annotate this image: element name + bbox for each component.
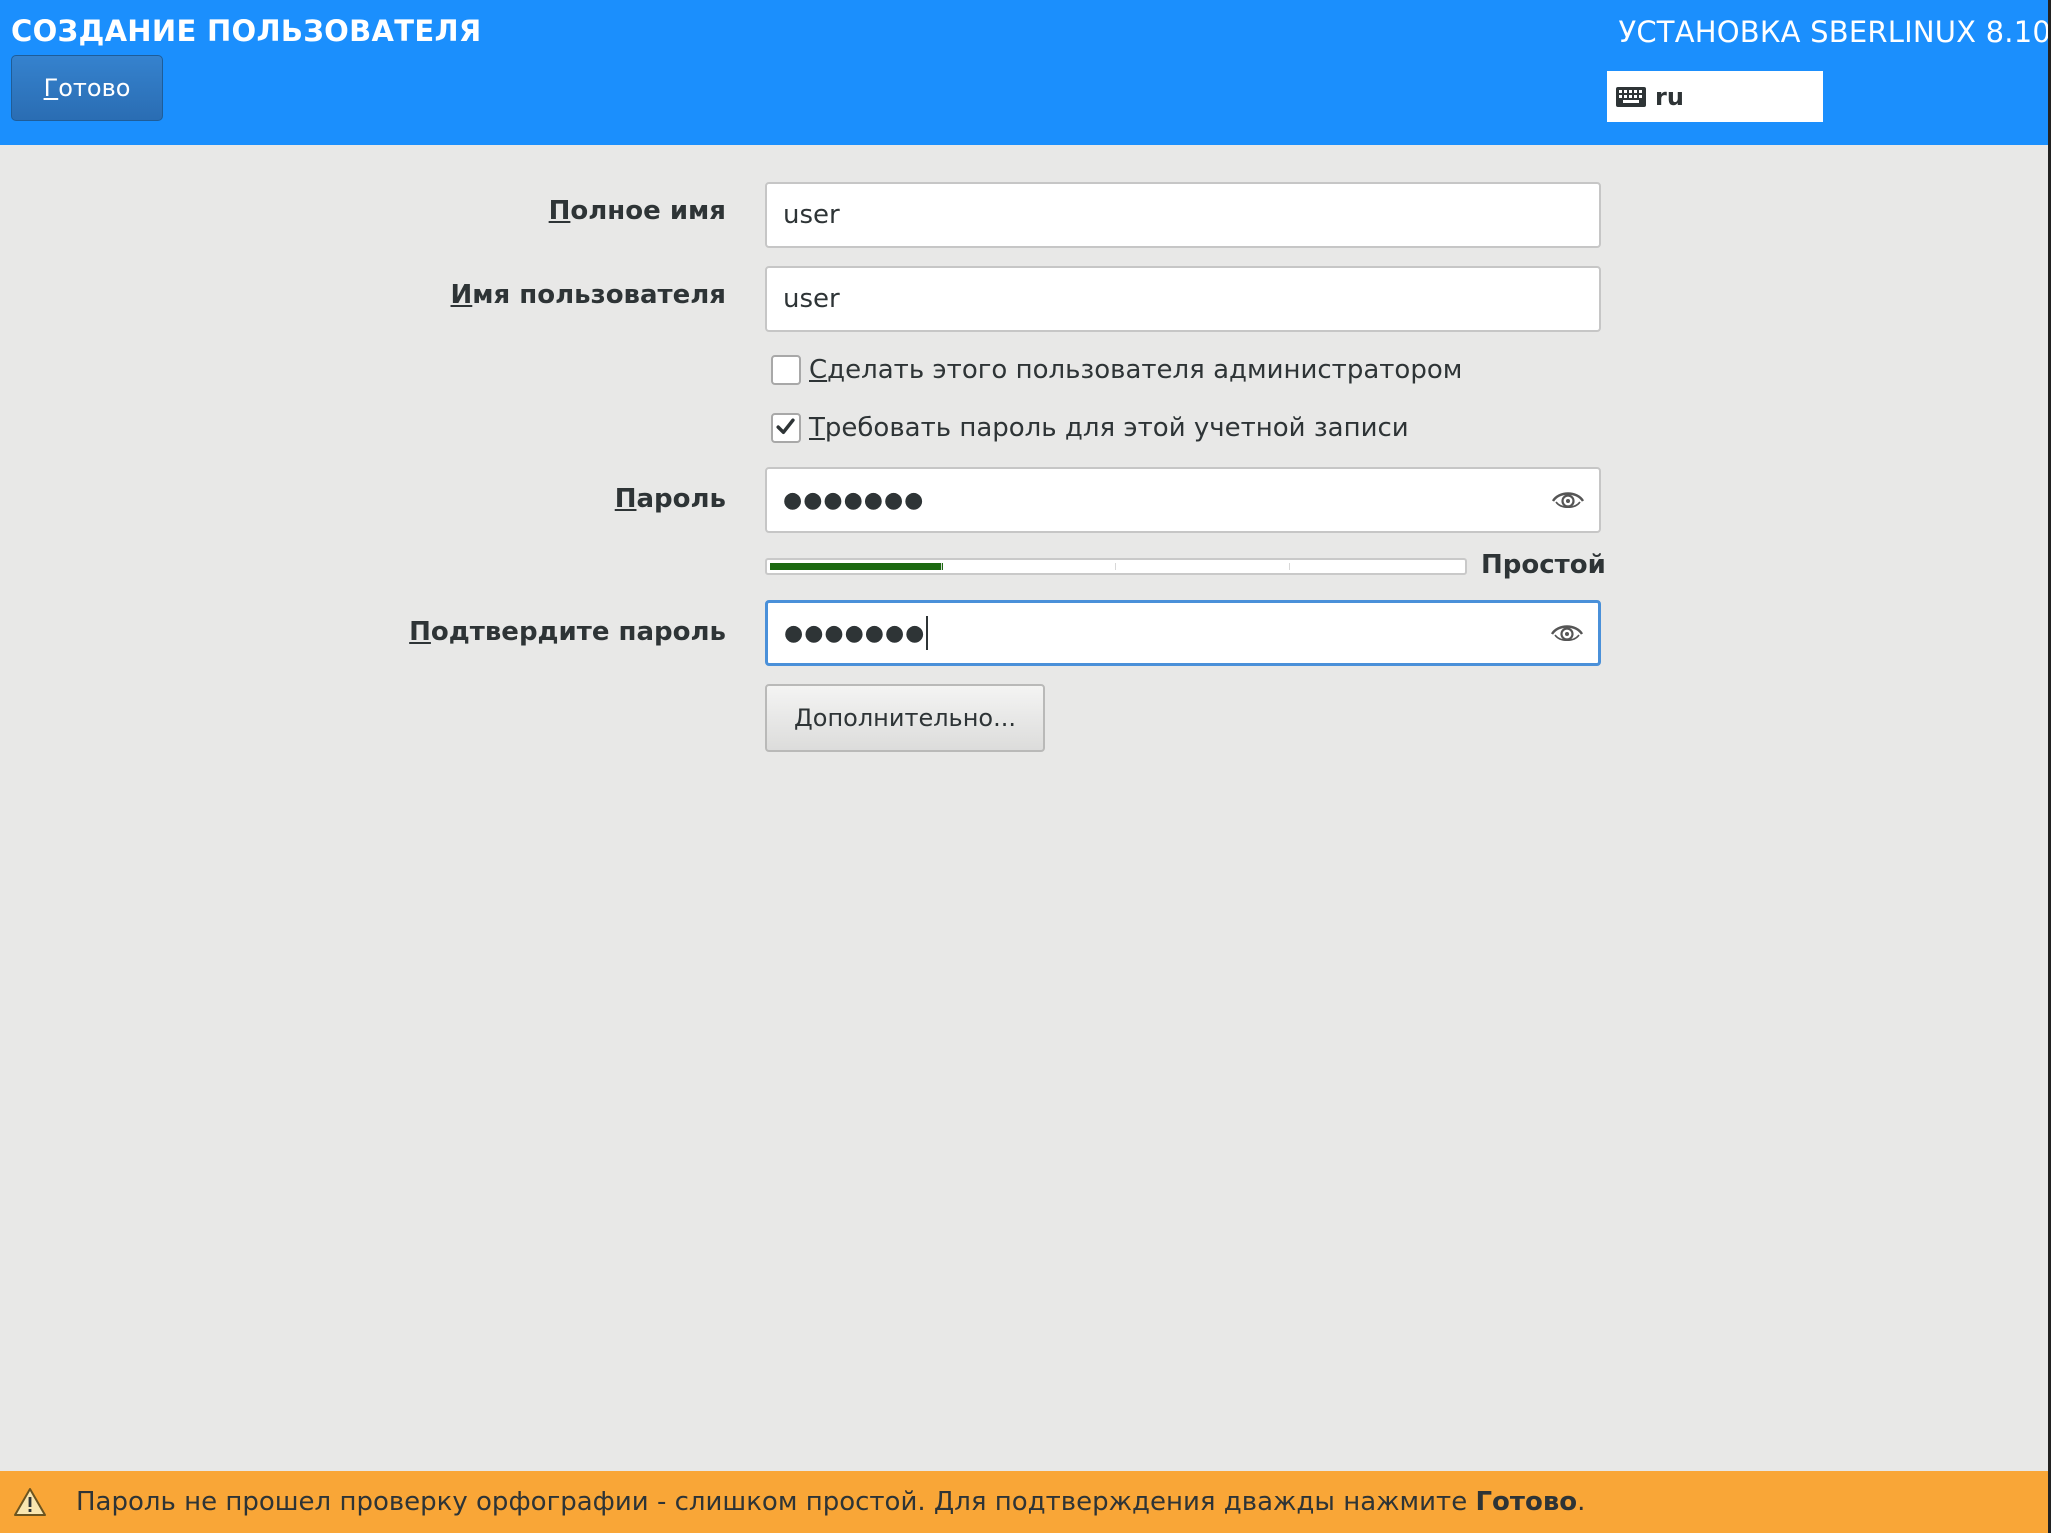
done-button[interactable]: Готово xyxy=(11,55,163,121)
warning-text: Пароль не прошел проверку орфографии - с… xyxy=(76,1487,1476,1517)
advanced-button-label: ополнительно... xyxy=(812,704,1016,732)
confirm-password-label-mnemonic: П xyxy=(409,617,431,647)
require-password-checkbox-row[interactable]: Требовать пароль для этой учетной записи xyxy=(771,408,1409,448)
warning-bold-text: Готово xyxy=(1475,1487,1578,1517)
password-label-text: ароль xyxy=(636,484,726,514)
advanced-button-mnemonic: Д xyxy=(794,704,813,732)
require-password-text: ребовать пароль для этой учетной записи xyxy=(824,413,1409,443)
strength-segment-divider xyxy=(941,563,942,570)
require-password-mnemonic: Т xyxy=(809,413,825,443)
eye-icon[interactable] xyxy=(1551,489,1585,511)
text-caret xyxy=(926,616,929,650)
user-creation-window: СОЗДАНИЕ ПОЛЬЗОВАТЕЛЯ Готово УСТАНОВКА S… xyxy=(0,0,2051,1533)
checkmark-icon xyxy=(776,418,795,435)
admin-checkbox[interactable] xyxy=(771,355,801,385)
fullname-input[interactable]: user xyxy=(765,182,1601,248)
admin-checkbox-row[interactable]: Сделать этого пользователя администратор… xyxy=(771,350,1462,390)
fullname-label-text: олное имя xyxy=(570,196,726,226)
confirm-password-label: Подтвердите пароль xyxy=(409,617,726,647)
keyboard-layout-label: ru xyxy=(1655,82,1684,111)
username-input[interactable]: user xyxy=(765,266,1601,332)
password-masked-value: ●●●●●●● xyxy=(783,487,925,513)
header-bar: СОЗДАНИЕ ПОЛЬЗОВАТЕЛЯ Готово УСТАНОВКА S… xyxy=(0,0,2051,145)
admin-checkbox-label: Сделать этого пользователя администратор… xyxy=(809,355,1462,385)
password-strength-fill xyxy=(770,563,943,570)
username-value: user xyxy=(783,284,840,314)
password-label: Пароль xyxy=(615,484,726,514)
strength-segment-divider xyxy=(1289,563,1290,570)
strength-segment-divider xyxy=(1115,563,1116,570)
fullname-label-mnemonic: П xyxy=(548,196,571,226)
require-password-checkbox[interactable] xyxy=(771,413,801,443)
eye-icon[interactable] xyxy=(1550,622,1584,644)
confirm-password-label-text: одтвердите пароль xyxy=(430,617,726,647)
warning-bar[interactable]: Пароль не прошел проверку орфографии - с… xyxy=(0,1471,2051,1533)
password-strength-meter xyxy=(765,558,1467,575)
warning-tail: . xyxy=(1577,1487,1586,1517)
password-label-mnemonic: П xyxy=(614,484,637,514)
username-label: Имя пользователя xyxy=(451,280,726,310)
username-label-text: мя пользователя xyxy=(472,280,726,310)
password-input[interactable]: ●●●●●●● xyxy=(765,467,1601,533)
username-label-mnemonic: И xyxy=(450,280,473,310)
product-title: УСТАНОВКА SBERLINUX 8.10 xyxy=(1618,15,2051,49)
keyboard-layout-indicator[interactable]: ru xyxy=(1607,71,1823,122)
warning-icon xyxy=(14,1488,46,1516)
fullname-value: user xyxy=(783,200,840,230)
confirm-password-masked-value: ●●●●●●● xyxy=(784,620,926,646)
require-password-checkbox-label: Требовать пароль для этой учетной записи xyxy=(809,413,1409,443)
admin-checkbox-mnemonic: С xyxy=(809,355,828,385)
admin-checkbox-text: делать этого пользователя администраторо… xyxy=(827,355,1463,385)
done-button-label: отово xyxy=(58,74,131,102)
spoke-title: СОЗДАНИЕ ПОЛЬЗОВАТЕЛЯ xyxy=(11,14,482,48)
keyboard-icon xyxy=(1616,86,1646,107)
confirm-password-input[interactable]: ●●●●●●● xyxy=(765,600,1601,666)
password-strength-label: Простой xyxy=(1481,550,1606,580)
done-button-mnemonic: Г xyxy=(43,74,59,102)
advanced-button[interactable]: Дополнительно... xyxy=(765,684,1045,752)
warning-message: Пароль не прошел проверку орфографии - с… xyxy=(76,1487,1585,1517)
fullname-label: Полное имя xyxy=(549,196,726,226)
